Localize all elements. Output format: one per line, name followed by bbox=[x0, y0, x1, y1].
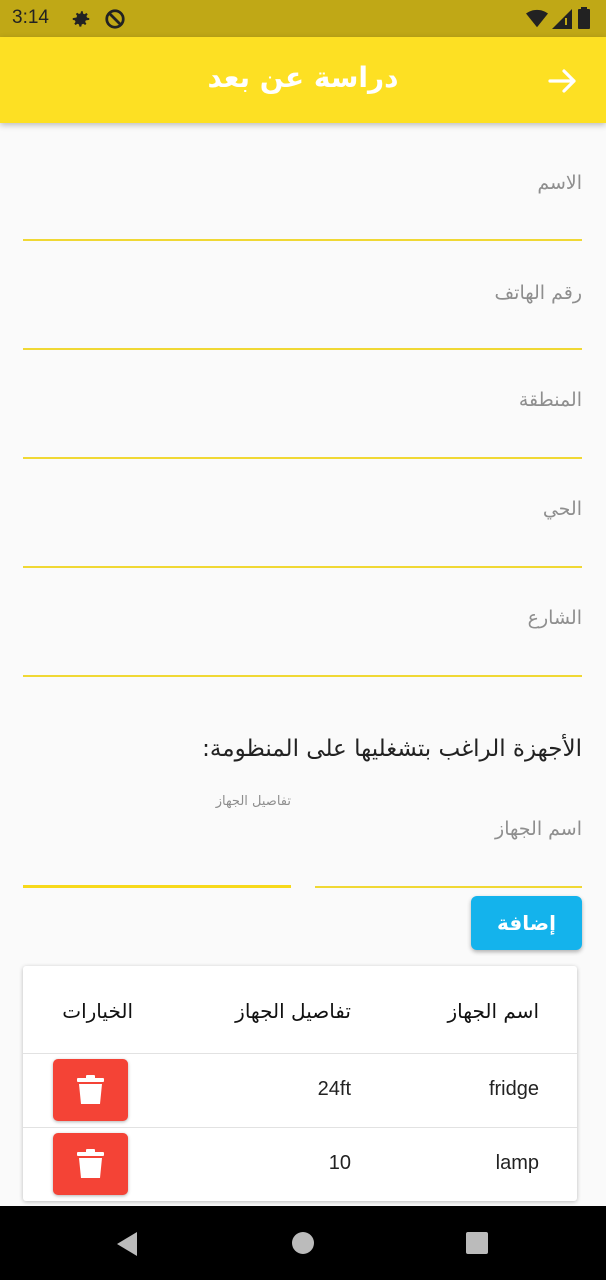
header-device-name: اسم الجهاز bbox=[447, 999, 539, 1023]
device-name-cell: fridge bbox=[488, 1078, 539, 1100]
region-field[interactable]: المنطقة bbox=[23, 379, 582, 459]
street-label: الشارع bbox=[527, 607, 582, 629]
signal-icon bbox=[552, 9, 572, 33]
home-nav-icon[interactable] bbox=[291, 1231, 315, 1259]
trash-icon bbox=[77, 1149, 104, 1178]
status-bar: 3:14 bbox=[0, 0, 606, 37]
header-device-details: تفاصيل الجهاز bbox=[235, 999, 351, 1023]
street-field[interactable]: الشارع bbox=[23, 597, 582, 677]
name-label: الاسم bbox=[537, 172, 582, 194]
back-nav-icon[interactable] bbox=[115, 1231, 139, 1261]
arrow-forward-icon[interactable] bbox=[546, 64, 580, 98]
delete-button[interactable] bbox=[53, 1059, 128, 1121]
delete-button[interactable] bbox=[53, 1133, 128, 1195]
phone-label: رقم الهاتف bbox=[494, 282, 582, 304]
table-row: fridge 24ft bbox=[23, 1053, 577, 1127]
do-not-disturb-icon bbox=[104, 8, 126, 34]
wifi-icon bbox=[526, 9, 548, 33]
table-row: lamp 10 bbox=[23, 1127, 577, 1201]
page-title: دراسة عن بعد bbox=[207, 61, 399, 94]
phone-field[interactable]: رقم الهاتف bbox=[23, 270, 582, 350]
device-details-cell: 10 bbox=[328, 1152, 351, 1174]
region-label: المنطقة bbox=[518, 389, 582, 411]
district-field[interactable]: الحي bbox=[23, 488, 582, 568]
name-field[interactable]: الاسم bbox=[23, 162, 582, 241]
navigation-bar bbox=[0, 1206, 606, 1280]
district-label: الحي bbox=[542, 498, 582, 520]
devices-table: اسم الجهاز تفاصيل الجهاز الخيارات fridge… bbox=[23, 966, 577, 1201]
device-name-field[interactable]: اسم الجهاز bbox=[315, 790, 582, 888]
battery-icon bbox=[578, 7, 590, 33]
device-details-label: تفاصيل الجهاز bbox=[215, 794, 291, 809]
trash-icon bbox=[77, 1075, 104, 1104]
devices-section-title: الأجهزة الراغب بتشغليها على المنظومة: bbox=[202, 736, 582, 762]
settings-icon bbox=[70, 8, 92, 34]
app-bar: دراسة عن بعد bbox=[0, 37, 606, 123]
device-name-label: اسم الجهاز bbox=[495, 818, 582, 840]
device-name-cell: lamp bbox=[495, 1152, 539, 1174]
device-details-field[interactable]: تفاصيل الجهاز bbox=[23, 790, 291, 888]
recents-nav-icon[interactable] bbox=[466, 1232, 488, 1258]
add-button[interactable]: إضافة bbox=[471, 896, 582, 950]
device-details-cell: 24ft bbox=[317, 1078, 351, 1100]
header-options: الخيارات bbox=[62, 999, 133, 1023]
status-time: 3:14 bbox=[12, 7, 49, 28]
